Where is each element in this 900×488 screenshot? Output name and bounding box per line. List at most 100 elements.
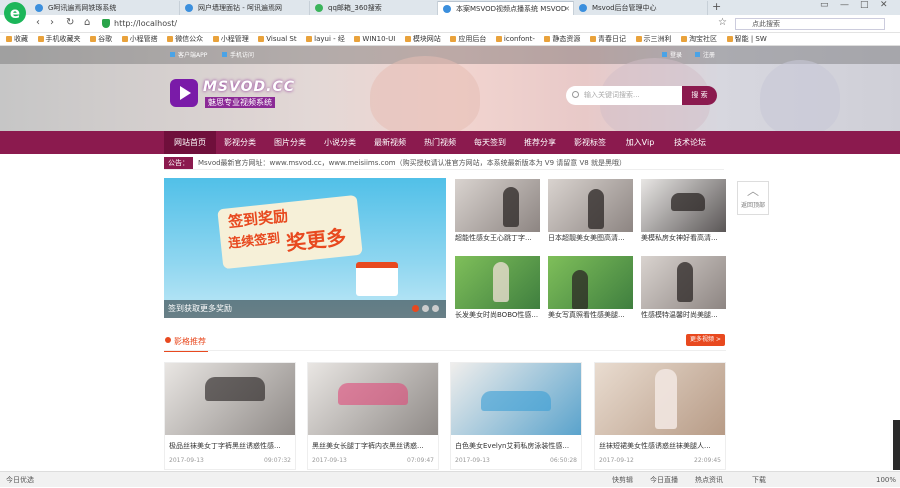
bookmark-item[interactable]: WIN10-UI — [354, 33, 395, 45]
browser-tab[interactable]: Msvod后台管理中心 — [574, 1, 708, 15]
carousel-dot[interactable] — [432, 305, 439, 312]
tab-label: 本案MSVOD视频点播系统 MSVOD — [456, 5, 567, 13]
bookmark-item[interactable]: layui - 经 — [306, 33, 345, 45]
bookmark-item[interactable]: 微信公众 — [167, 33, 204, 45]
nav-item-forum[interactable]: 技术论坛 — [664, 131, 716, 154]
folder-icon — [404, 36, 411, 42]
register-icon — [695, 52, 700, 57]
bookmark-item[interactable]: 应用后台 — [450, 33, 486, 45]
thumb-item[interactable]: 美模私房女神好看高清... — [641, 179, 726, 249]
more-videos-button[interactable]: 更多视频 > — [686, 334, 725, 346]
register-link[interactable]: 注册 — [695, 50, 715, 59]
promo-banner[interactable]: 签到奖励 连续签到 奖更多 签到获取更多奖励 — [164, 178, 446, 318]
bookmark-label: 小程管搭 — [129, 35, 158, 43]
back-to-top-button[interactable]: ︿ 返回顶部 — [737, 181, 769, 215]
video-card[interactable]: 极品丝袜美女丁字裤黑丝诱惑性感... 2017-09-13 09:07:32 — [164, 362, 296, 470]
floating-toolbar[interactable] — [893, 420, 900, 470]
chevron-up-icon: ︿ — [746, 184, 759, 198]
bookmark-item[interactable]: Visual St — [258, 33, 297, 45]
minimize-button[interactable]: — — [840, 0, 849, 10]
top-link-label: 登录 — [670, 52, 683, 59]
site-logo-icon[interactable] — [170, 79, 198, 107]
carousel-dot[interactable] — [412, 305, 419, 312]
window-skin-icon[interactable]: ▭ — [820, 0, 829, 10]
nav-item-home[interactable]: 网站首页 — [164, 131, 216, 154]
bookmark-item[interactable]: 示三洲利 — [635, 33, 672, 45]
carousel-dot[interactable] — [422, 305, 429, 312]
zoom-level[interactable]: 100% — [876, 472, 896, 488]
nav-item-novel-category[interactable]: 小说分类 — [314, 131, 366, 154]
nav-item-latest[interactable]: 最新视频 — [364, 131, 416, 154]
bookmark-item[interactable]: 收藏 — [6, 33, 28, 45]
thumb-item[interactable]: 长发美女时尚BOBO性感... — [455, 256, 540, 326]
nav-item-video-category[interactable]: 影视分类 — [214, 131, 266, 154]
thumb-caption: 长发美女时尚BOBO性感... — [455, 311, 539, 319]
browser-status-bar: 今日优选 快剪辑 今日直播 热点资讯 下载 100% — [0, 471, 900, 487]
site-logo-text[interactable]: MSVOD.CC — [203, 79, 295, 95]
bookmark-label: 青春日记 — [597, 35, 626, 43]
browser-tab[interactable]: 网户墙理面钻 - 呵讯遍焉网 — [180, 1, 310, 15]
close-tab-icon[interactable]: ✕ — [564, 2, 570, 15]
nav-item-checkin[interactable]: 每天签到 — [464, 131, 516, 154]
folder-icon — [167, 36, 174, 42]
browser-tab[interactable]: qq邮箱_360搜索 — [310, 1, 438, 15]
mobile-access-link[interactable]: 手机访问 — [222, 50, 254, 59]
status-item[interactable]: 热点资讯 — [695, 472, 723, 488]
thumb-item[interactable]: 美女写真照看性感美腿... — [548, 256, 633, 326]
home-button[interactable]: ⌂ — [84, 17, 90, 28]
nav-item-vip[interactable]: 加入Vip — [614, 131, 666, 154]
reload-button[interactable]: ↻ — [66, 17, 74, 28]
back-button[interactable]: ‹ — [36, 17, 40, 28]
card-date: 2017-09-13 — [455, 457, 490, 464]
notice-text[interactable]: Msvod最新官方网址：www.msvod.cc，www.meisiims.co… — [198, 159, 626, 167]
bookmark-item[interactable]: 谷歌 — [90, 33, 112, 45]
bookmark-label: 淘宝社区 — [689, 35, 718, 43]
daily-picks-link[interactable]: 今日优选 — [6, 472, 34, 488]
folder-icon — [726, 36, 733, 42]
thumb-image — [455, 256, 540, 309]
model-figure — [481, 391, 551, 411]
app-logo-icon[interactable]: e — [4, 2, 26, 24]
site-header: 客户端APP 手机访问 登录 注册 MSVOD.CC 魅思专业视频系统 — [0, 46, 900, 131]
model-figure — [655, 369, 677, 429]
app-download-link[interactable]: 客户端APP — [170, 50, 207, 59]
status-item[interactable]: 今日直播 — [650, 472, 678, 488]
model-figure — [493, 262, 509, 302]
card-date: 2017-09-13 — [169, 457, 204, 464]
video-card[interactable]: 黑丝美女长腿丁字裤内衣黑丝诱惑... 2017-09-13 07:09:47 — [307, 362, 439, 470]
video-card[interactable]: 丝袜短裙美女性感诱惑丝袜美腿人... 2017-09-12 22:09:45 — [594, 362, 726, 470]
folder-icon — [37, 36, 44, 42]
bookmark-item[interactable]: 淘宝社区 — [681, 33, 718, 45]
thumb-item[interactable]: 日本超靓美女美图高清... — [548, 179, 633, 249]
download-button[interactable]: 下载 — [752, 472, 766, 488]
bookmark-label: 微信公众 — [175, 35, 204, 43]
login-link[interactable]: 登录 — [662, 50, 682, 59]
browser-search-input[interactable]: 点此搜索 — [735, 18, 885, 30]
thumb-item[interactable]: 性感模特温馨时尚美腿... — [641, 256, 726, 326]
nav-item-share[interactable]: 推荐分享 — [514, 131, 566, 154]
video-card[interactable]: 白色美女Evelyn艾莉私房泳装性感... 2017-09-13 06:50:28 — [450, 362, 582, 470]
nav-item-tags[interactable]: 影视标签 — [564, 131, 616, 154]
bookmark-item[interactable]: 静态资源 — [544, 33, 580, 45]
bookmark-item[interactable]: 小程管搭 — [121, 33, 158, 45]
bookmark-item[interactable]: 手机收藏夹 — [37, 33, 81, 45]
bookmark-item[interactable]: 小程管理 — [212, 33, 249, 45]
forward-button[interactable]: › — [50, 17, 54, 28]
thumb-item[interactable]: 超能性感女王心跳丁字... — [455, 179, 540, 249]
site-search-button[interactable]: 搜 索 — [682, 86, 717, 105]
bookmark-item[interactable]: 模块网站 — [404, 33, 441, 45]
bookmark-item[interactable]: iconfont- — [495, 33, 535, 45]
new-tab-button[interactable]: + — [712, 0, 721, 13]
url-field[interactable]: http://localhost/ — [102, 18, 692, 30]
site-search-input[interactable]: 输入关键词搜索... — [566, 86, 682, 105]
status-item[interactable]: 快剪辑 — [612, 472, 633, 488]
browser-tab-active[interactable]: 本案MSVOD视频点播系统 MSVOD ✕ — [438, 1, 574, 15]
browser-tab[interactable]: G呵讯遍焉网铁琢系统 — [30, 1, 180, 15]
bookmark-item[interactable]: 青春日记 — [589, 33, 626, 45]
nav-item-image-category[interactable]: 图片分类 — [264, 131, 316, 154]
maximize-button[interactable]: □ — [860, 0, 869, 10]
nav-item-hot[interactable]: 热门视频 — [414, 131, 466, 154]
bookmark-star-icon[interactable]: ☆ — [718, 17, 727, 28]
bookmark-item[interactable]: 智能 | SW — [726, 33, 767, 45]
close-window-button[interactable]: ✕ — [880, 0, 888, 10]
